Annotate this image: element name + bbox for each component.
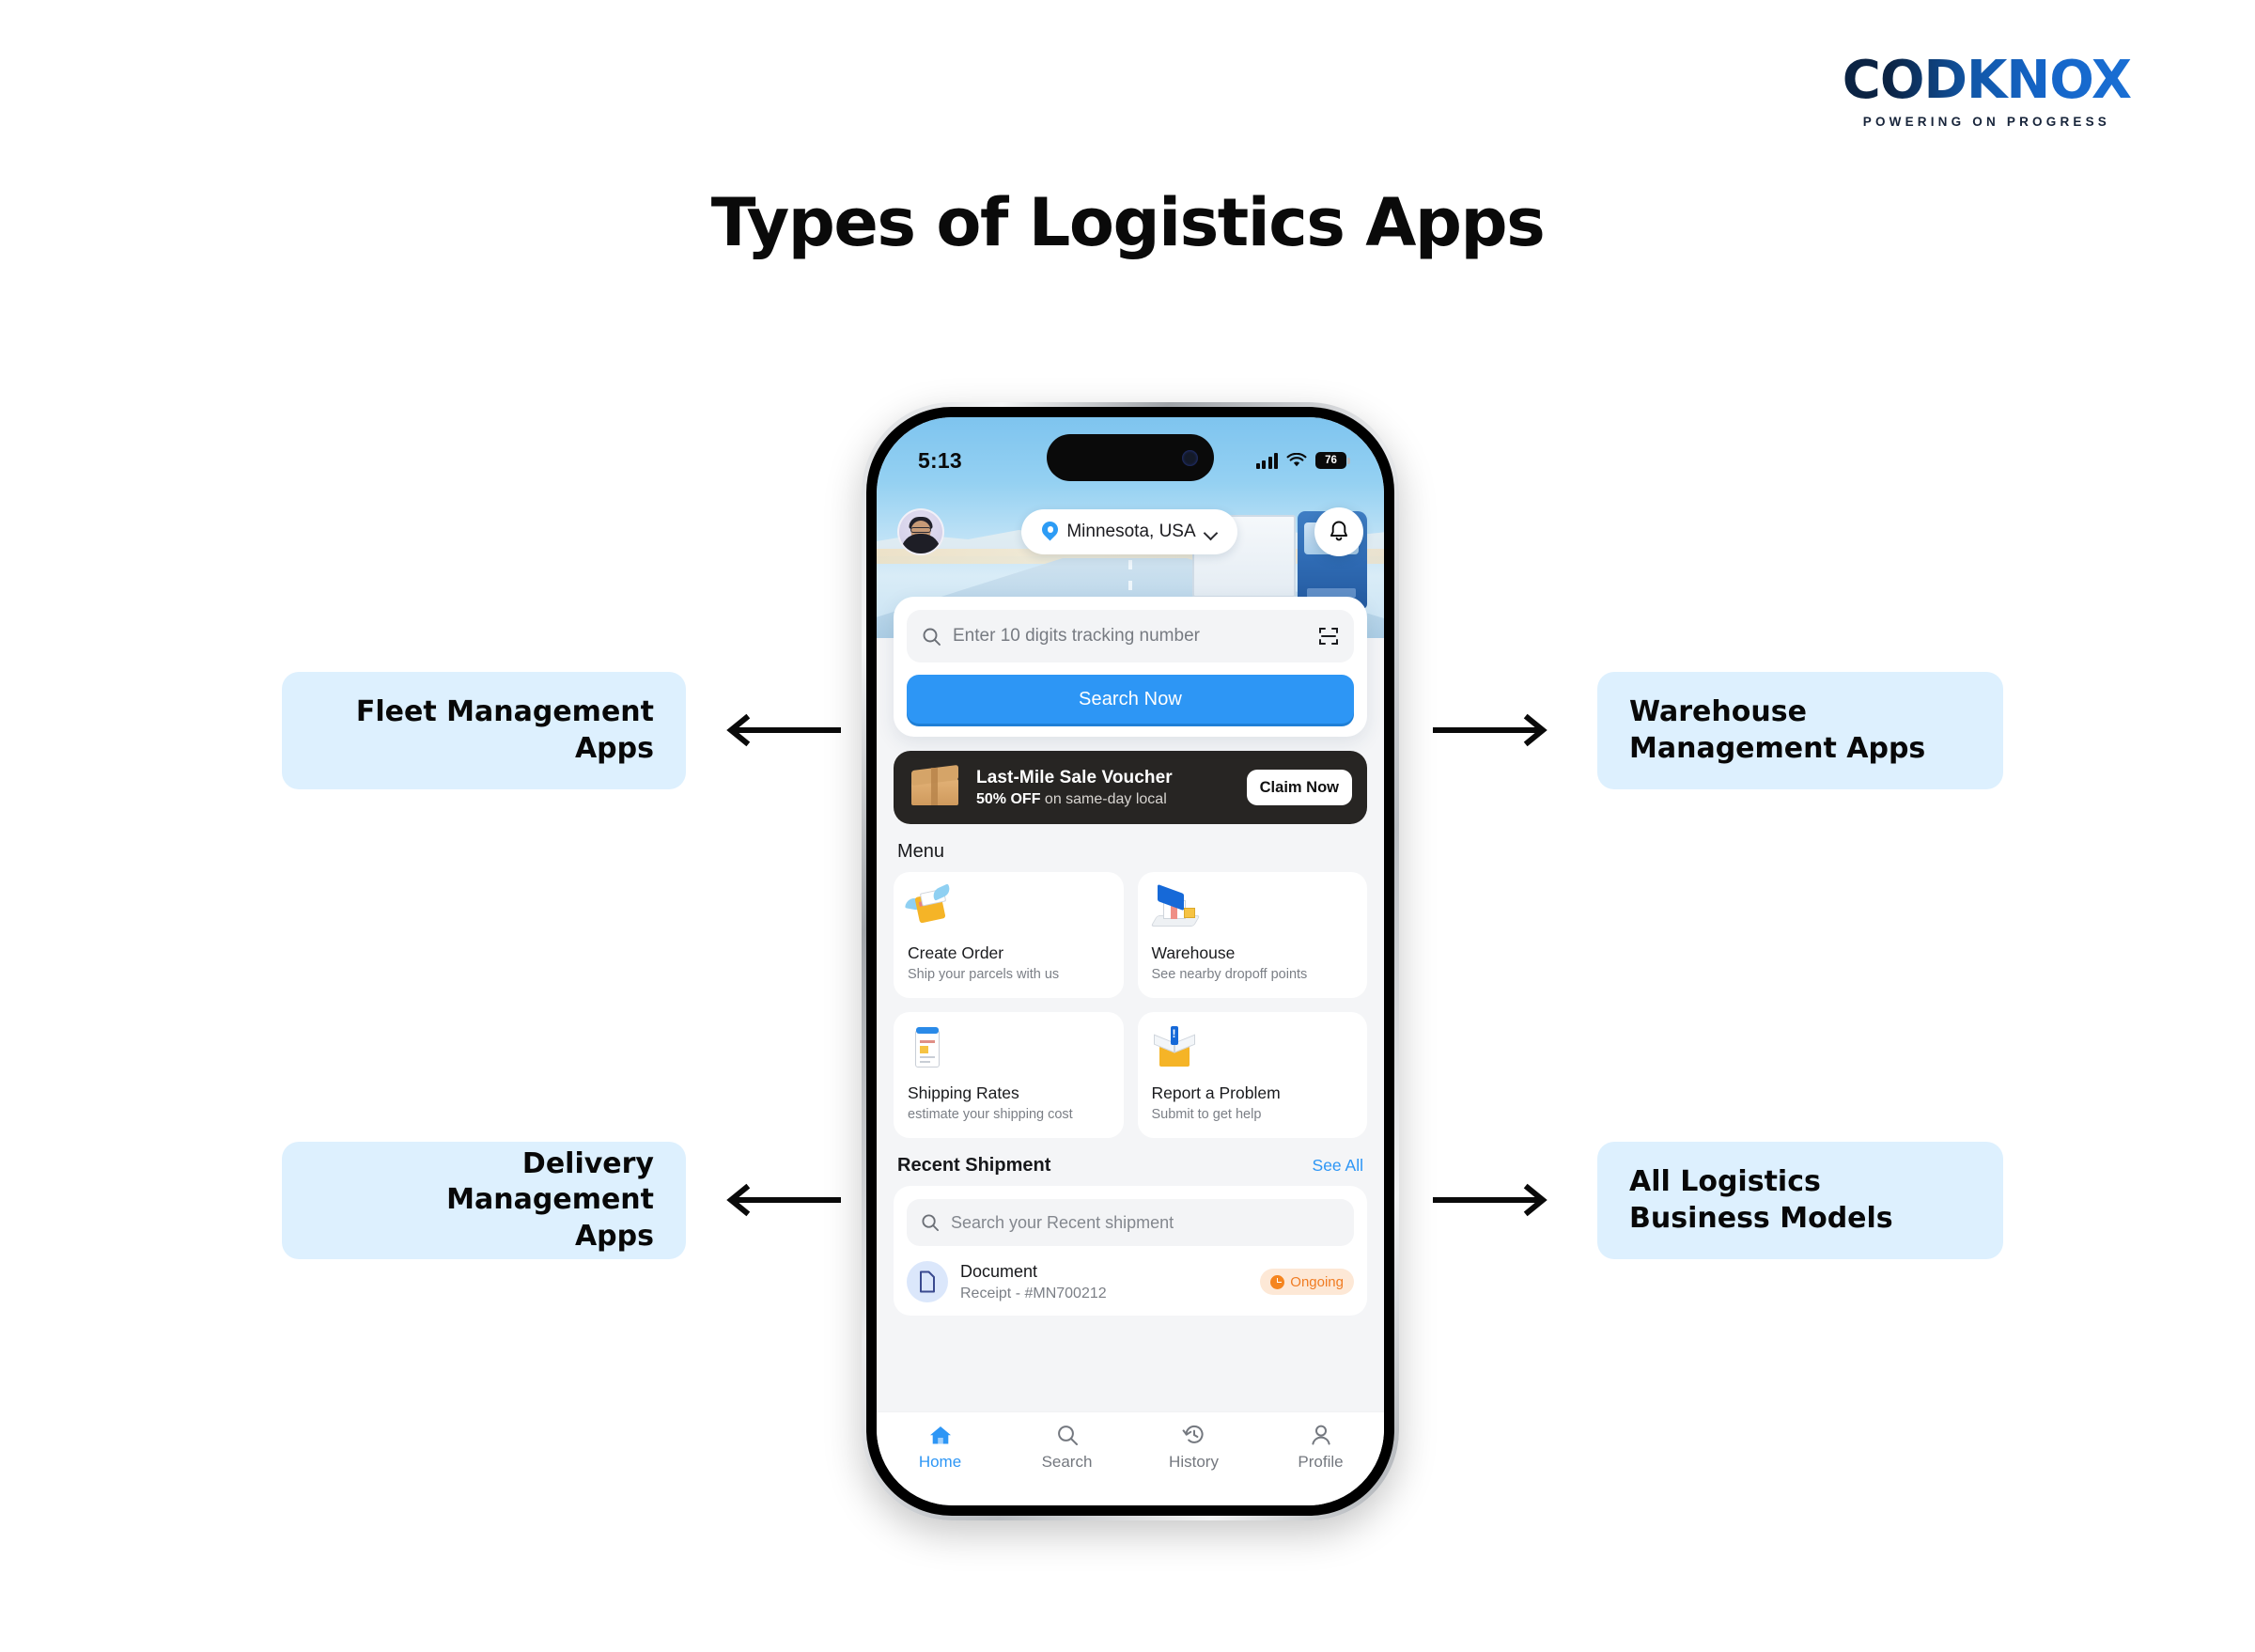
tab-label: Search bbox=[1041, 1453, 1093, 1471]
notifications-button[interactable] bbox=[1314, 507, 1363, 556]
tracking-input-placeholder: Enter 10 digits tracking number bbox=[953, 626, 1200, 646]
tracking-number-input[interactable]: Enter 10 digits tracking number bbox=[907, 610, 1354, 662]
location-pin-icon bbox=[1042, 522, 1058, 542]
tab-home[interactable]: Home bbox=[877, 1424, 1003, 1472]
dynamic-island bbox=[1047, 434, 1214, 481]
label-warehouse-management-apps: Warehouse Management Apps bbox=[1597, 672, 2003, 789]
voucher-banner[interactable]: Last-Mile Sale Voucher 50% OFF on same-d… bbox=[894, 751, 1367, 824]
label-warehouse-text: Warehouse Management Apps bbox=[1629, 695, 1926, 765]
voucher-subtitle-rest: on same-day local bbox=[1040, 790, 1167, 807]
search-icon bbox=[922, 1214, 939, 1231]
home-icon bbox=[929, 1426, 951, 1444]
tab-label: Home bbox=[918, 1453, 962, 1471]
label-fleet-text: Fleet Management Apps bbox=[355, 695, 654, 765]
status-badge: Ongoing bbox=[1260, 1269, 1354, 1295]
app-header: Minnesota, USA bbox=[877, 507, 1384, 556]
arrow-right-models-icon bbox=[1433, 1181, 1560, 1219]
document-icon bbox=[920, 1270, 935, 1293]
tracking-search-card: Enter 10 digits tracking number Search N… bbox=[894, 597, 1367, 737]
history-icon bbox=[1182, 1425, 1204, 1443]
recent-shipment-header: Recent Shipment See All bbox=[897, 1155, 1363, 1177]
profile-icon bbox=[1311, 1425, 1330, 1445]
arrow-left-delivery-icon bbox=[714, 1181, 841, 1219]
tab-search[interactable]: Search bbox=[1003, 1424, 1130, 1472]
voucher-discount: 50% OFF bbox=[976, 790, 1041, 807]
warehouse-building-icon bbox=[1150, 883, 1354, 932]
winged-parcel-icon bbox=[905, 883, 1110, 932]
voucher-subtitle: 50% OFF on same-day local bbox=[976, 791, 1234, 808]
menu-heading: Menu bbox=[897, 841, 945, 862]
voucher-title: Last-Mile Sale Voucher bbox=[976, 767, 1173, 787]
battery-indicator: 76 bbox=[1315, 452, 1350, 469]
search-now-button[interactable]: Search Now bbox=[907, 675, 1354, 724]
menu-item-title: Create Order bbox=[908, 943, 1004, 962]
shipment-list-item[interactable]: Document Receipt - #MN700212 Ongoing bbox=[907, 1261, 1354, 1302]
menu-item-title: Warehouse bbox=[1151, 943, 1236, 962]
brand-logo: CODKNOX POWERING ON PROGRESS bbox=[1842, 50, 2132, 130]
clock-icon bbox=[1270, 1274, 1285, 1289]
arrow-right-warehouse-icon bbox=[1433, 711, 1560, 749]
menu-item-title: Report a Problem bbox=[1151, 1083, 1281, 1102]
label-fleet-management-apps: Fleet Management Apps bbox=[282, 672, 686, 789]
tab-history[interactable]: History bbox=[1130, 1424, 1257, 1472]
shipment-name: Document bbox=[960, 1261, 1038, 1281]
page-title: Types of Logistics Apps bbox=[710, 184, 1546, 261]
tab-label: Profile bbox=[1298, 1453, 1344, 1471]
wifi-icon bbox=[1286, 453, 1307, 467]
recent-search-placeholder: Search your Recent shipment bbox=[951, 1212, 1174, 1232]
front-camera-icon bbox=[1182, 449, 1198, 466]
cellular-signal-icon bbox=[1255, 452, 1278, 469]
menu-item-desc: See nearby dropoff points bbox=[1151, 967, 1308, 982]
avatar-glasses-icon bbox=[910, 527, 931, 533]
shipment-id: Receipt - #MN700212 bbox=[960, 1285, 1107, 1301]
open-box-alert-icon bbox=[1152, 1026, 1354, 1072]
see-all-link[interactable]: See All bbox=[1313, 1156, 1363, 1176]
brand-logo-wordmark: CODKNOX bbox=[1842, 50, 2132, 111]
avatar[interactable] bbox=[897, 508, 944, 555]
document-thumbnail bbox=[907, 1261, 948, 1302]
menu-item-desc: Ship your parcels with us bbox=[908, 967, 1060, 982]
label-models-text: All Logistics Business Models bbox=[1629, 1165, 1893, 1235]
tab-profile[interactable]: Profile bbox=[1257, 1424, 1384, 1472]
menu-item-title: Shipping Rates bbox=[908, 1083, 1019, 1102]
tab-label: History bbox=[1169, 1453, 1219, 1471]
phone-bezel: 5:13 76 Minnesota, USA Enter 10 digits t… bbox=[866, 407, 1394, 1516]
label-delivery-management-apps: Delivery Management Apps bbox=[282, 1142, 686, 1259]
parcel-box-icon bbox=[909, 764, 963, 809]
menu-item-warehouse[interactable]: Warehouse See nearby dropoff points bbox=[1137, 872, 1367, 998]
status-time: 5:13 bbox=[918, 447, 962, 473]
search-icon bbox=[1057, 1426, 1078, 1445]
search-icon bbox=[923, 628, 941, 646]
recent-shipment-heading: Recent Shipment bbox=[897, 1155, 1051, 1176]
avatar-body bbox=[901, 534, 941, 553]
recent-shipment-card: Search your Recent shipment Document Rec… bbox=[894, 1186, 1367, 1316]
menu-item-desc: estimate your shipping cost bbox=[908, 1107, 1073, 1122]
menu-grid: Create Order Ship your parcels with us W… bbox=[894, 872, 1367, 1138]
scan-barcode-icon[interactable] bbox=[1318, 626, 1339, 647]
label-delivery-text: Delivery Management Apps bbox=[446, 1146, 654, 1253]
label-all-logistics-business-models: All Logistics Business Models bbox=[1597, 1142, 2003, 1259]
bell-icon bbox=[1330, 521, 1348, 541]
claim-now-button[interactable]: Claim Now bbox=[1246, 770, 1352, 805]
brand-tagline: POWERING ON PROGRESS bbox=[1862, 115, 2111, 129]
shipment-meta: Document Receipt - #MN700212 bbox=[960, 1262, 1248, 1302]
menu-item-desc: Submit to get help bbox=[1151, 1107, 1262, 1122]
bottom-tab-bar: Home Search History Profile bbox=[877, 1411, 1384, 1505]
chevron-down-icon bbox=[1205, 528, 1217, 536]
status-indicators: 76 bbox=[1255, 452, 1350, 469]
status-badge-label: Ongoing bbox=[1290, 1273, 1344, 1290]
recent-shipment-search-input[interactable]: Search your Recent shipment bbox=[907, 1199, 1354, 1246]
arrow-left-fleet-icon bbox=[714, 711, 841, 749]
phone-screen: 5:13 76 Minnesota, USA Enter 10 digits t… bbox=[877, 417, 1384, 1505]
voucher-text: Last-Mile Sale Voucher 50% OFF on same-d… bbox=[976, 768, 1234, 808]
menu-item-create-order[interactable]: Create Order Ship your parcels with us bbox=[894, 872, 1124, 998]
phone-mockup: 5:13 76 Minnesota, USA Enter 10 digits t… bbox=[862, 402, 1399, 1520]
menu-item-report-a-problem[interactable]: Report a Problem Submit to get help bbox=[1137, 1012, 1367, 1138]
location-selector[interactable]: Minnesota, USA bbox=[1021, 509, 1237, 554]
clipboard-invoice-icon bbox=[908, 1027, 1110, 1072]
menu-item-shipping-rates[interactable]: Shipping Rates estimate your shipping co… bbox=[894, 1012, 1124, 1138]
location-label: Minnesota, USA bbox=[1066, 522, 1196, 541]
